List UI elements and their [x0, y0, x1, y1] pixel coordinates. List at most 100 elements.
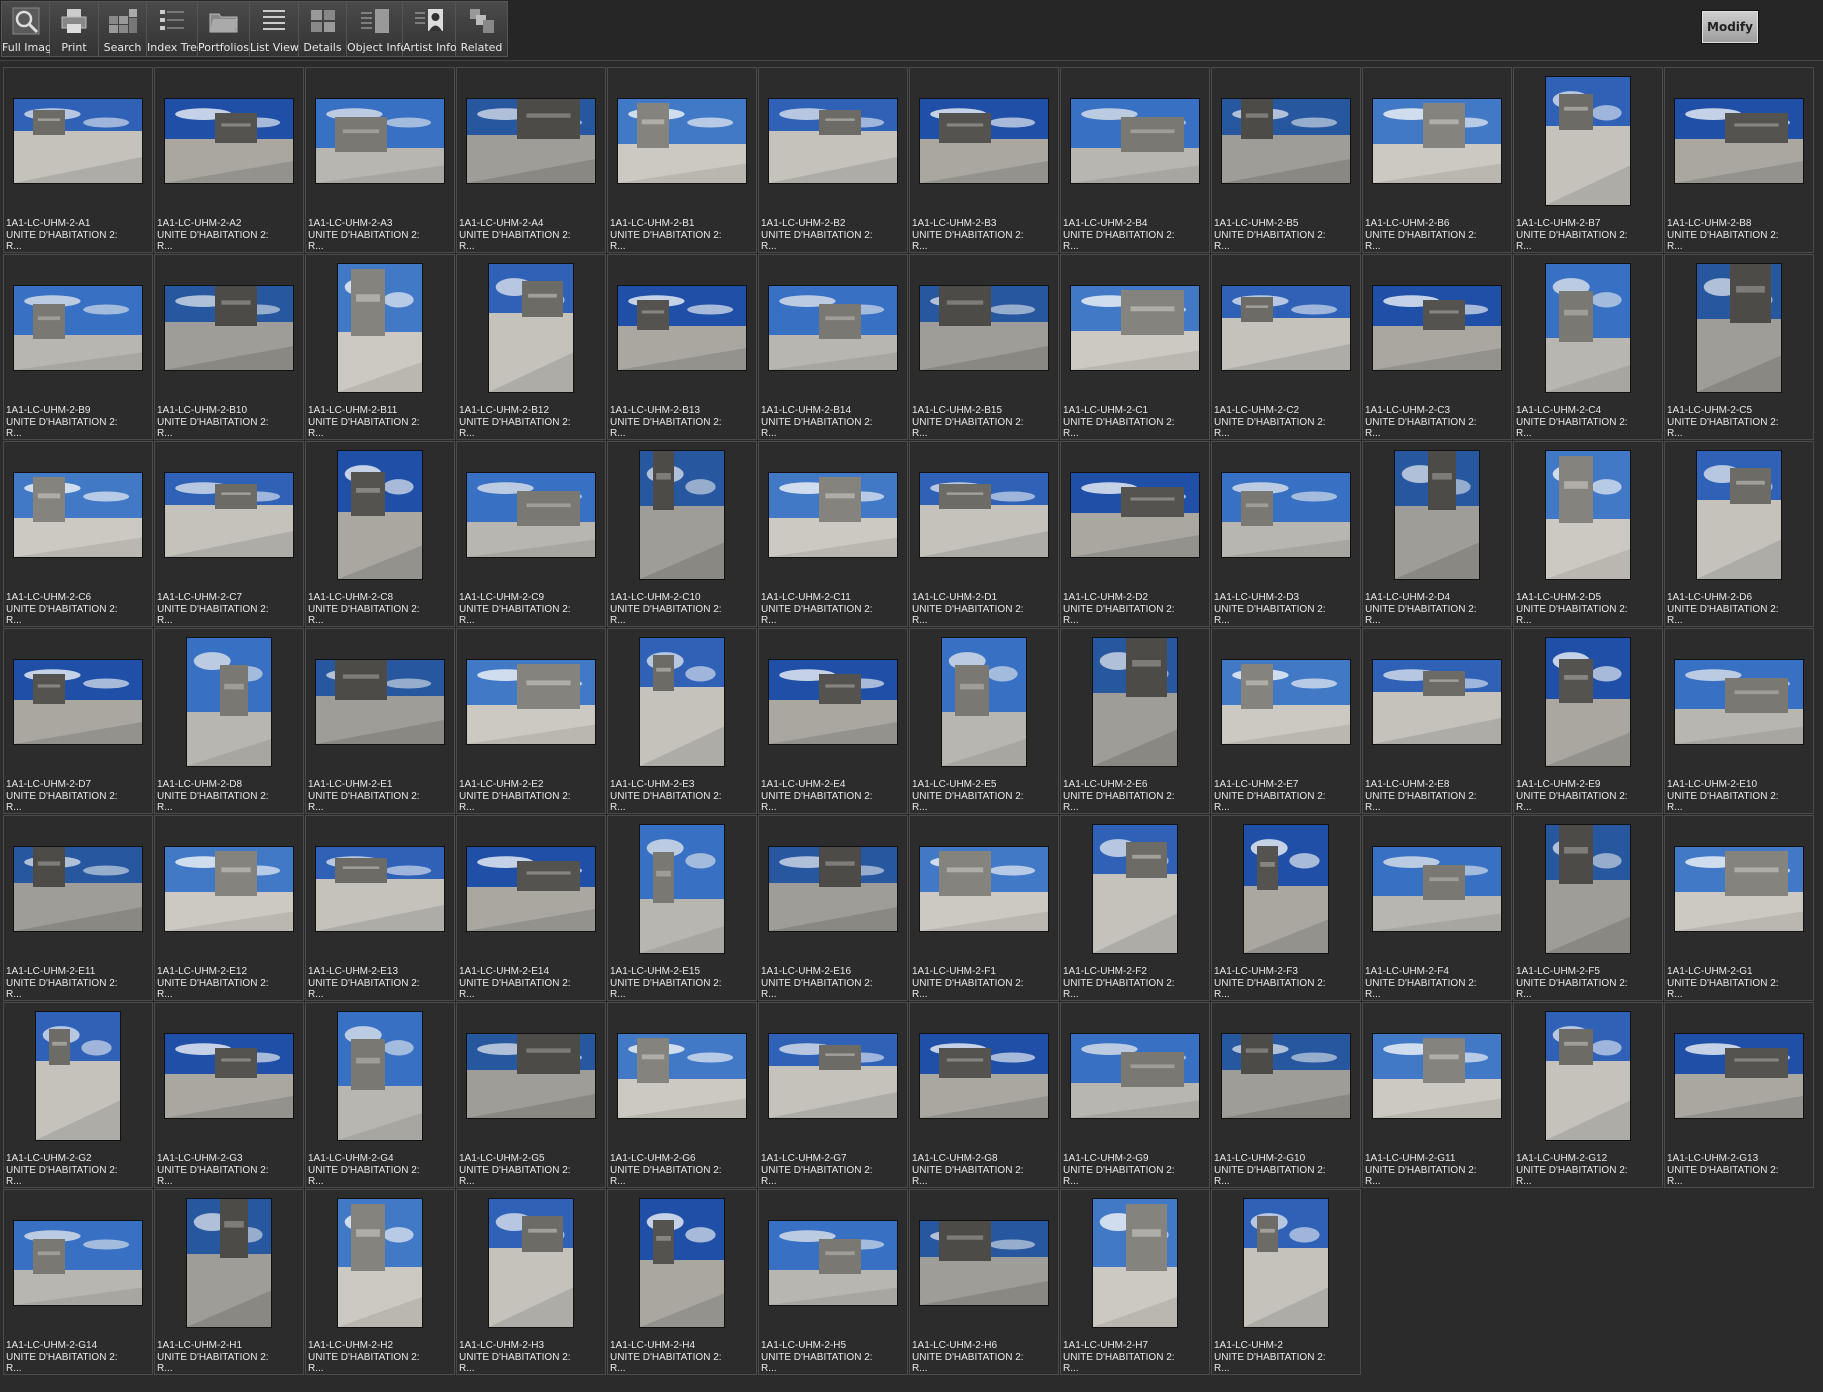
thumbnail-image[interactable] [1675, 1034, 1803, 1118]
thumbnail-image[interactable] [769, 473, 897, 557]
thumbnail-cell[interactable]: 1A1-LC-UHM-2-G5 UNITE D'HABITATION 2: R... [456, 1002, 606, 1188]
thumbnail-image[interactable] [769, 660, 897, 744]
thumbnail-image[interactable] [36, 1012, 120, 1140]
thumbnail-cell[interactable]: 1A1-LC-UHM-2-G9 UNITE D'HABITATION 2: R... [1060, 1002, 1210, 1188]
thumbnail-image[interactable] [467, 99, 595, 183]
thumbnail-cell[interactable]: 1A1-LC-UHM-2-H3 UNITE D'HABITATION 2: R... [456, 1189, 606, 1375]
thumbnail-cell[interactable]: 1A1-LC-UHM-2-E15 UNITE D'HABITATION 2: R..… [607, 815, 757, 1001]
thumbnail-image[interactable] [1373, 99, 1501, 183]
thumbnail-cell[interactable]: 1A1-LC-UHM-2-G10 UNITE D'HABITATION 2: R..… [1211, 1002, 1361, 1188]
thumbnail-image[interactable] [489, 1199, 573, 1327]
thumbnail-cell[interactable]: 1A1-LC-UHM-2-B3 UNITE D'HABITATION 2: R... [909, 67, 1059, 253]
thumbnail-cell[interactable]: 1A1-LC-UHM-2-E5 UNITE D'HABITATION 2: R... [909, 628, 1059, 814]
thumbnail-image[interactable] [1222, 99, 1350, 183]
thumbnail-image[interactable] [467, 1034, 595, 1118]
thumbnail-cell[interactable]: 1A1-LC-UHM-2-B14 UNITE D'HABITATION 2: R..… [758, 254, 908, 440]
thumbnail-cell[interactable]: 1A1-LC-UHM-2-G14 UNITE D'HABITATION 2: R..… [3, 1189, 153, 1375]
thumbnail-cell[interactable]: 1A1-LC-UHM-2-G7 UNITE D'HABITATION 2: R... [758, 1002, 908, 1188]
thumbnail-image[interactable] [1395, 451, 1479, 579]
thumbnail-cell[interactable]: 1A1-LC-UHM-2-A3 UNITE D'HABITATION 2: R... [305, 67, 455, 253]
thumbnail-image[interactable] [920, 99, 1048, 183]
thumbnail-cell[interactable]: 1A1-LC-UHM-2-B8 UNITE D'HABITATION 2: R... [1664, 67, 1814, 253]
thumbnail-image[interactable] [1373, 847, 1501, 931]
thumbnail-cell[interactable]: 1A1-LC-UHM-2-G6 UNITE D'HABITATION 2: R... [607, 1002, 757, 1188]
thumbnail-image[interactable] [1071, 473, 1199, 557]
thumbnail-image[interactable] [14, 1221, 142, 1305]
thumbnail-image[interactable] [640, 1199, 724, 1327]
thumbnail-image[interactable] [1546, 638, 1630, 766]
thumbnail-cell[interactable]: 1A1-LC-UHM-2-G1 UNITE D'HABITATION 2: R... [1664, 815, 1814, 1001]
thumbnail-image[interactable] [920, 847, 1048, 931]
thumbnail-image[interactable] [467, 660, 595, 744]
thumbnail-cell[interactable]: 1A1-LC-UHM-2-E2 UNITE D'HABITATION 2: R... [456, 628, 606, 814]
search-button[interactable]: Search [99, 2, 147, 56]
thumbnail-cell[interactable]: 1A1-LC-UHM-2-E7 UNITE D'HABITATION 2: R... [1211, 628, 1361, 814]
thumbnail-image[interactable] [920, 473, 1048, 557]
thumbnail-cell[interactable]: 1A1-LC-UHM-2-G2 UNITE D'HABITATION 2: R... [3, 1002, 153, 1188]
thumbnail-image[interactable] [769, 847, 897, 931]
thumbnail-image[interactable] [920, 1221, 1048, 1305]
thumbnail-image[interactable] [769, 1221, 897, 1305]
thumbnail-cell[interactable]: 1A1-LC-UHM-2-B10 UNITE D'HABITATION 2: R..… [154, 254, 304, 440]
thumbnail-image[interactable] [338, 264, 422, 392]
thumbnail-image[interactable] [1093, 825, 1177, 953]
related-button[interactable]: Related [456, 2, 507, 56]
thumbnail-cell[interactable]: 1A1-LC-UHM-2-D3 UNITE D'HABITATION 2: R... [1211, 441, 1361, 627]
object-info-button[interactable]: Object Info [347, 2, 407, 56]
thumbnail-cell[interactable]: 1A1-LC-UHM-2-B15 UNITE D'HABITATION 2: R..… [909, 254, 1059, 440]
thumbnail-cell[interactable]: 1A1-LC-UHM-2-E13 UNITE D'HABITATION 2: R..… [305, 815, 455, 1001]
thumbnail-image[interactable] [1546, 451, 1630, 579]
thumbnail-image[interactable] [1071, 99, 1199, 183]
thumbnail-image[interactable] [1071, 286, 1199, 370]
thumbnail-cell[interactable]: 1A1-LC-UHM-2-E6 UNITE D'HABITATION 2: R... [1060, 628, 1210, 814]
thumbnail-cell[interactable]: 1A1-LC-UHM-2-B5 UNITE D'HABITATION 2: R... [1211, 67, 1361, 253]
thumbnail-image[interactable] [165, 473, 293, 557]
thumbnail-image[interactable] [1222, 473, 1350, 557]
thumbnail-cell[interactable]: 1A1-LC-UHM-2-H4 UNITE D'HABITATION 2: R... [607, 1189, 757, 1375]
thumbnail-image[interactable] [165, 847, 293, 931]
thumbnail-cell[interactable]: 1A1-LC-UHM-2-B7 UNITE D'HABITATION 2: R... [1513, 67, 1663, 253]
modify-button[interactable]: Modify [1701, 10, 1759, 44]
thumbnail-image[interactable] [1093, 638, 1177, 766]
thumbnail-image[interactable] [165, 1034, 293, 1118]
thumbnail-image[interactable] [1222, 660, 1350, 744]
thumbnail-image[interactable] [1546, 264, 1630, 392]
thumbnail-image[interactable] [14, 99, 142, 183]
thumbnail-image[interactable] [1675, 847, 1803, 931]
thumbnail-cell[interactable]: 1A1-LC-UHM-2-B9 UNITE D'HABITATION 2: R... [3, 254, 153, 440]
thumbnail-cell[interactable]: 1A1-LC-UHM-2-C1 UNITE D'HABITATION 2: R... [1060, 254, 1210, 440]
thumbnail-cell[interactable]: 1A1-LC-UHM-2-B13 UNITE D'HABITATION 2: R..… [607, 254, 757, 440]
thumbnail-cell[interactable]: 1A1-LC-UHM-2-E14 UNITE D'HABITATION 2: R..… [456, 815, 606, 1001]
thumbnail-image[interactable] [640, 638, 724, 766]
thumbnail-image[interactable] [14, 286, 142, 370]
thumbnail-image[interactable] [489, 264, 573, 392]
thumbnail-image[interactable] [920, 1034, 1048, 1118]
thumbnail-cell[interactable]: 1A1-LC-UHM-2-D7 UNITE D'HABITATION 2: R... [3, 628, 153, 814]
thumbnail-image[interactable] [316, 99, 444, 183]
thumbnail-cell[interactable]: 1A1-LC-UHM-2-G13 UNITE D'HABITATION 2: R..… [1664, 1002, 1814, 1188]
thumbnail-image[interactable] [14, 473, 142, 557]
thumbnail-cell[interactable]: 1A1-LC-UHM-2-G4 UNITE D'HABITATION 2: R... [305, 1002, 455, 1188]
thumbnail-cell[interactable]: 1A1-LC-UHM-2-E16 UNITE D'HABITATION 2: R..… [758, 815, 908, 1001]
thumbnail-cell[interactable]: 1A1-LC-UHM-2-C9 UNITE D'HABITATION 2: R... [456, 441, 606, 627]
thumbnail-image[interactable] [338, 451, 422, 579]
thumbnail-cell[interactable]: 1A1-LC-UHM-2-B12 UNITE D'HABITATION 2: R..… [456, 254, 606, 440]
thumbnail-image[interactable] [1675, 99, 1803, 183]
thumbnail-cell[interactable]: 1A1-LC-UHM-2-A2 UNITE D'HABITATION 2: R... [154, 67, 304, 253]
list-view-button[interactable]: List View [250, 2, 299, 56]
thumbnail-image[interactable] [187, 638, 271, 766]
full-image-button[interactable]: Full Image [2, 2, 59, 56]
thumbnail-image[interactable] [1697, 264, 1781, 392]
thumbnail-image[interactable] [640, 825, 724, 953]
thumbnail-image[interactable] [14, 660, 142, 744]
thumbnail-cell[interactable]: 1A1-LC-UHM-2-D2 UNITE D'HABITATION 2: R... [1060, 441, 1210, 627]
thumbnail-cell[interactable]: 1A1-LC-UHM-2-F5 UNITE D'HABITATION 2: R... [1513, 815, 1663, 1001]
thumbnail-cell[interactable]: 1A1-LC-UHM-2-C11 UNITE D'HABITATION 2: R..… [758, 441, 908, 627]
thumbnail-image[interactable] [1071, 1034, 1199, 1118]
thumbnail-cell[interactable]: 1A1-LC-UHM-2-C7 UNITE D'HABITATION 2: R... [154, 441, 304, 627]
thumbnail-cell[interactable]: 1A1-LC-UHM-2-D5 UNITE D'HABITATION 2: R... [1513, 441, 1663, 627]
thumbnail-image[interactable] [1373, 660, 1501, 744]
thumbnail-cell[interactable]: 1A1-LC-UHM-2-B4 UNITE D'HABITATION 2: R... [1060, 67, 1210, 253]
thumbnail-image[interactable] [316, 660, 444, 744]
thumbnail-image[interactable] [1697, 451, 1781, 579]
